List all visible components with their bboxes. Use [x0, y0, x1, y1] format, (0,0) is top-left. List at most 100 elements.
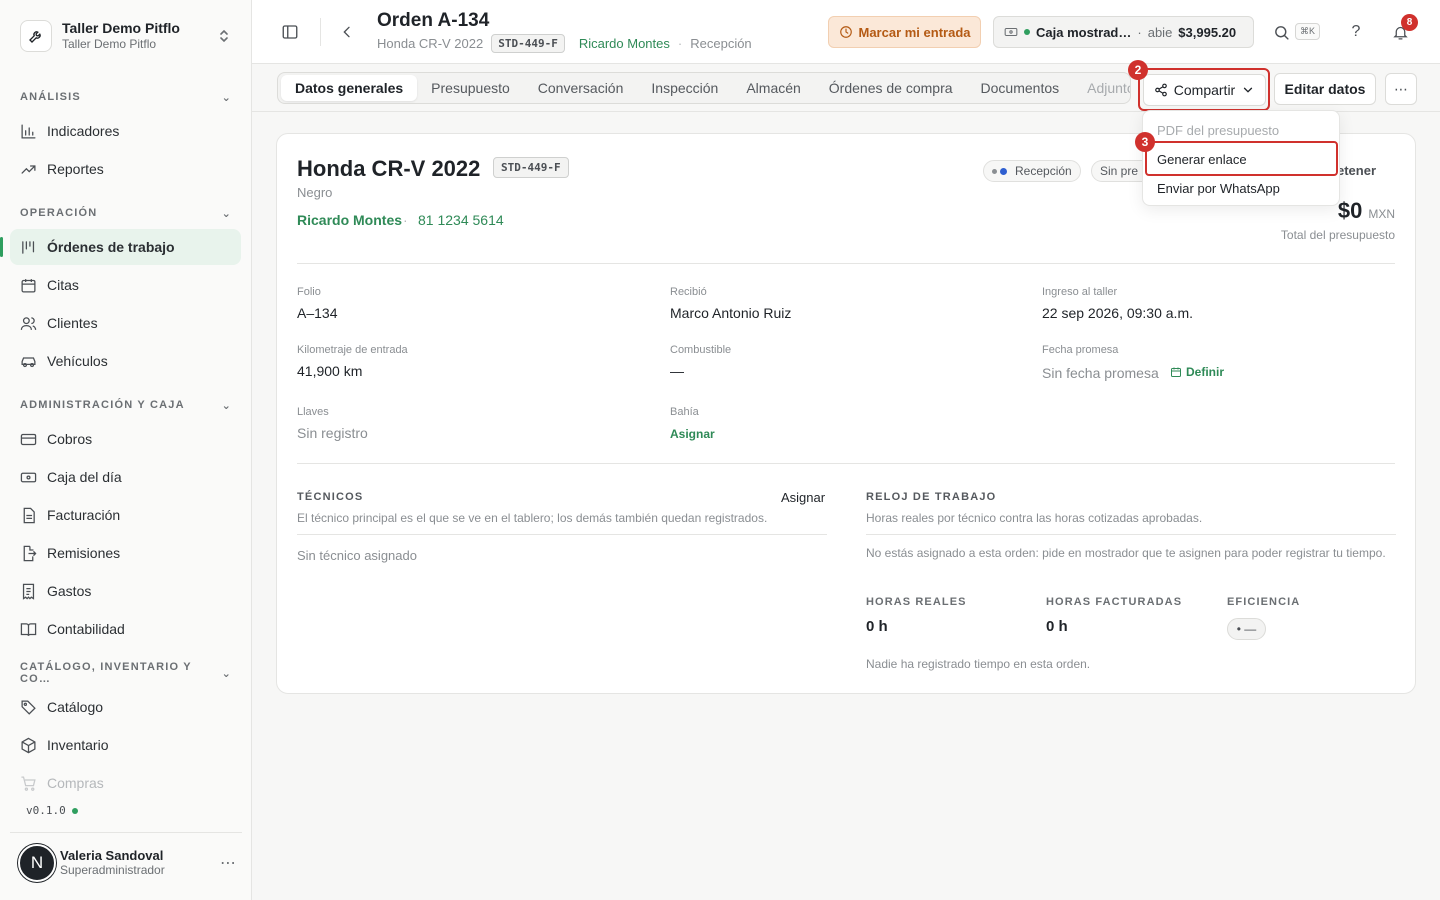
tab-ordenes-compra[interactable]: Órdenes de compra: [815, 75, 967, 101]
received-value: Marco Antonio Ruiz: [670, 305, 792, 321]
help-icon[interactable]: ?: [1342, 18, 1370, 46]
work-clock-description: Horas reales por técnico contra las hora…: [866, 511, 1203, 525]
cash-register-icon: [20, 472, 37, 482]
retain-button[interactable]: etener: [1337, 163, 1376, 178]
technicians-description: El técnico principal es el que se ve en …: [297, 511, 768, 525]
sidebar-item-inventario[interactable]: Inventario: [10, 727, 241, 763]
more-horizontal-icon[interactable]: ⋯: [214, 853, 242, 873]
vehicle-plate-badge: STD-449-F: [493, 157, 569, 178]
section-operacion[interactable]: OPERACIÓN ⌄: [20, 205, 232, 221]
page-title: Orden A-134: [377, 10, 490, 31]
sidebar-item-gastos[interactable]: Gastos: [10, 573, 241, 609]
cash-dot-separator: ·: [1137, 24, 1142, 40]
client-link[interactable]: Ricardo Montes: [579, 36, 670, 51]
sidebar-item-contabilidad[interactable]: Contabilidad: [10, 611, 241, 647]
work-clock-empty: Nadie ha registrado tiempo en esta orden…: [866, 657, 1091, 671]
tab-documentos[interactable]: Documentos: [967, 75, 1074, 101]
sidebar-item-catalogo[interactable]: Catálogo: [10, 689, 241, 725]
step-marker-3: 3: [1135, 132, 1155, 152]
edit-data-button[interactable]: Editar datos: [1274, 73, 1376, 105]
sidebar-item-cobros[interactable]: Cobros: [10, 421, 241, 457]
assign-technician-button[interactable]: Asignar: [781, 490, 825, 505]
more-options-icon[interactable]: ⋯: [1385, 73, 1417, 105]
sidebar-item-caja[interactable]: Caja del día: [10, 459, 241, 495]
back-icon[interactable]: [333, 18, 361, 46]
define-promise-button[interactable]: Definir: [1170, 365, 1224, 379]
section-catalogo[interactable]: CATÁLOGO, INVENTARIO Y CO… ⌄: [20, 661, 232, 685]
tab-datos-generales[interactable]: Datos generales: [281, 75, 418, 101]
assign-bay-link[interactable]: Asignar: [670, 427, 715, 441]
tab-adjuntos[interactable]: Adjuntos: [1073, 75, 1130, 101]
client-phone-link[interactable]: 81 1234 5614: [418, 212, 504, 228]
divider: [297, 263, 1395, 264]
menu-item-pdf[interactable]: PDF del presupuesto: [1147, 116, 1337, 144]
sidebar-item-facturacion[interactable]: Facturación: [10, 497, 241, 533]
folio-value: A–134: [297, 305, 338, 321]
mark-entry-button[interactable]: Marcar mi entrada: [828, 16, 981, 48]
section-administracion[interactable]: ADMINISTRACIÓN Y CAJA ⌄: [20, 397, 232, 413]
menu-item-whatsapp[interactable]: Enviar por WhatsApp: [1147, 174, 1337, 202]
status-dot-blue: [1000, 167, 1007, 175]
order-subtitle: Honda CR-V 2022 STD-449-F Ricardo Montes…: [377, 34, 752, 53]
intake-value: 22 sep 2026, 09:30 a.m.: [1042, 305, 1193, 321]
file-icon: [23, 507, 35, 523]
total-currency: MXN: [1368, 207, 1395, 221]
work-clock-heading: RELOJ DE TRABAJO: [866, 491, 997, 503]
client-name-link[interactable]: Ricardo Montes: [297, 212, 402, 228]
sidebar-item-indicadores[interactable]: Indicadores: [10, 113, 241, 149]
credit-card-icon: [20, 433, 37, 445]
budget-status-badge: Sin pre: [1091, 160, 1143, 182]
app-version: v0.1.0: [26, 804, 78, 817]
org-name: Taller Demo Pitflo: [62, 20, 180, 36]
sidebar-item-remisiones[interactable]: Remisiones: [10, 535, 241, 571]
vehicle-title: Honda CR-V 2022: [297, 156, 481, 181]
tab-inspeccion[interactable]: Inspección: [637, 75, 732, 101]
sidebar-item-vehiculos[interactable]: Vehículos: [10, 343, 241, 379]
order-general-card: Honda CR-V 2022 STD-449-F Negro Ricardo …: [276, 133, 1416, 694]
vehicle-color: Negro: [297, 185, 333, 200]
chevron-down-icon: ⌄: [221, 667, 232, 680]
tag-icon: [21, 699, 36, 715]
cash-status: abie: [1147, 24, 1173, 40]
fuel-value: —: [670, 363, 684, 379]
calendar-icon: [21, 278, 36, 293]
work-clock-notice: No estás asignado a esta orden: pide en …: [866, 546, 1386, 560]
mileage-value: 41,900 km: [297, 363, 363, 379]
tab-almacen[interactable]: Almacén: [732, 75, 814, 101]
sidebar-item-ordenes[interactable]: Órdenes de trabajo: [0, 229, 241, 265]
calendar-icon: [1171, 367, 1181, 377]
total-amount: $0: [1337, 198, 1363, 223]
tab-conversacion[interactable]: Conversación: [524, 75, 638, 101]
search-icon[interactable]: [1267, 18, 1295, 46]
sidebar-toggle-icon[interactable]: [276, 18, 304, 46]
step-marker-2: 2: [1128, 60, 1148, 80]
total-label: Total del presupuesto: [1280, 228, 1395, 242]
billed-hours-label: HORAS FACTURADAS: [1046, 596, 1183, 608]
divider: [297, 534, 827, 535]
cash-register-selector[interactable]: Caja mostrad… · abie $3,995.20: [993, 16, 1254, 48]
org-switcher[interactable]: Taller Demo Pitflo Taller Demo Pitflo: [10, 10, 242, 62]
trending-up-icon: [21, 164, 36, 174]
divider: [297, 463, 1395, 464]
status-dot: [71, 807, 78, 814]
chevron-down-icon: ⌄: [221, 207, 232, 220]
tab-presupuesto[interactable]: Presupuesto: [417, 75, 524, 101]
sidebar-item-reportes[interactable]: Reportes: [10, 151, 241, 187]
order-tabs: Datos generales Presupuesto Conversación…: [277, 72, 1131, 104]
budget-total: $0 MXN: [1338, 198, 1395, 224]
chevron-down-icon: ⌄: [221, 91, 232, 104]
sidebar-item-compras[interactable]: Compras: [10, 765, 241, 801]
cart-icon: [21, 775, 36, 791]
promise-label: Fecha promesa: [1042, 344, 1119, 356]
stage-label: Recepción: [690, 36, 752, 51]
wrench-icon: [20, 20, 52, 52]
folio-label: Folio: [297, 286, 321, 298]
section-analisis[interactable]: ANÁLISIS ⌄: [20, 89, 232, 105]
sidebar-item-citas[interactable]: Citas: [10, 267, 241, 303]
file-export-icon: [23, 545, 37, 561]
billed-hours-value: 0 h: [1046, 618, 1068, 635]
sidebar-item-clientes[interactable]: Clientes: [10, 305, 241, 341]
open-status-dot: [1024, 29, 1030, 35]
status-badge: Recepción: [983, 160, 1081, 182]
user-menu[interactable]: N Valeria Sandoval Superadministrador ⋯: [10, 832, 242, 892]
